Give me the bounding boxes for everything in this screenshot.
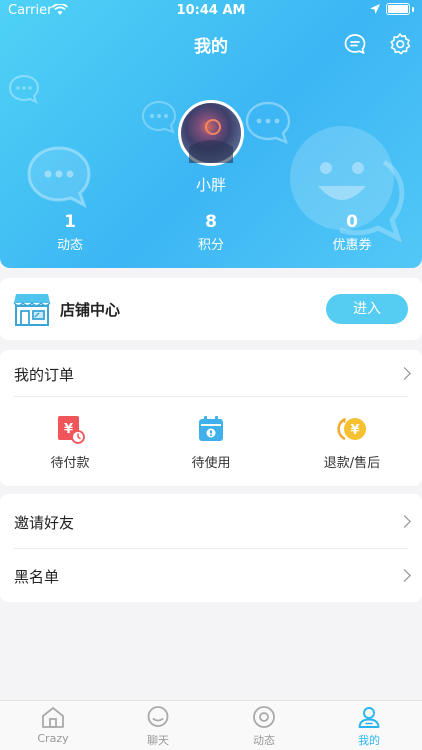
svg-text:¥: ¥	[350, 423, 359, 438]
tab-chat[interactable]: 聊天	[105, 705, 211, 748]
tab-crazy[interactable]: Crazy	[0, 705, 106, 745]
invite-friends-row[interactable]: 邀请好友	[0, 494, 422, 548]
message-icon[interactable]	[343, 32, 367, 56]
calendar-icon	[199, 416, 223, 441]
chevron-right-icon	[398, 367, 411, 380]
status-bar: Carrier 10:44 AM	[0, 0, 422, 22]
blacklist-row[interactable]: 黑名单	[0, 549, 422, 602]
order-label: 待使用	[191, 456, 231, 471]
stat-value: 1	[64, 212, 76, 232]
storefront-icon	[13, 294, 51, 326]
links-card: 邀请好友 黑名单	[0, 494, 422, 602]
settings-icon[interactable]	[388, 32, 412, 56]
tab-moments[interactable]: 动态	[211, 705, 317, 748]
tab-label: 动态	[253, 734, 275, 747]
moments-icon	[253, 706, 275, 728]
order-pending-payment[interactable]: ¥ 待付款	[10, 414, 130, 471]
stat-label: 优惠券	[332, 238, 372, 253]
tab-label: 聊天	[147, 734, 169, 747]
stat-value: 0	[346, 212, 358, 232]
invite-friends-label: 邀请好友	[14, 514, 75, 532]
tab-label: 我的	[358, 734, 380, 747]
profile-header: Carrier 10:44 AM 我的 小胖 1 动态 8 积分 0 优惠券	[0, 0, 422, 268]
location-arrow-icon	[370, 4, 380, 14]
pending-payment-icon: ¥	[58, 416, 85, 444]
order-label: 退款/售后	[323, 456, 381, 471]
chevron-right-icon	[398, 515, 411, 528]
shop-center-title: 店铺中心	[60, 301, 121, 319]
divider	[14, 396, 408, 397]
my-orders-title: 我的订单	[14, 366, 75, 384]
chat-icon	[147, 706, 169, 727]
home-icon	[42, 707, 64, 728]
stat-coupons[interactable]: 0 优惠券	[282, 212, 422, 253]
order-to-use[interactable]: 待使用	[151, 414, 271, 471]
tab-mine[interactable]: 我的	[316, 705, 422, 748]
my-orders-row[interactable]: 我的订单	[0, 350, 422, 396]
username: 小胖	[195, 176, 226, 194]
avatar-moon-icon	[189, 119, 233, 163]
stat-label: 动态	[56, 238, 83, 253]
enter-shop-button[interactable]: 进入	[326, 294, 408, 324]
profile-icon	[358, 707, 380, 728]
tab-label: Crazy	[37, 732, 69, 745]
order-refund[interactable]: ¥ 退款/售后	[292, 414, 412, 471]
shop-center-card: 店铺中心 进入	[0, 278, 422, 340]
my-orders-card: 我的订单 ¥ 待付款 待使用 ¥ 退款/售后	[0, 350, 422, 486]
tab-bar: Crazy 聊天 动态 我的	[0, 700, 422, 750]
status-time: 10:44 AM	[176, 3, 246, 18]
battery-icon	[386, 3, 410, 15]
stat-points[interactable]: 8 积分	[141, 212, 281, 253]
order-label: 待付款	[50, 456, 90, 471]
stat-label: 积分	[197, 238, 224, 253]
decor-bubble-icon	[141, 100, 177, 134]
avatar[interactable]	[178, 100, 244, 166]
blacklist-label: 黑名单	[14, 568, 60, 586]
chevron-right-icon	[398, 569, 411, 582]
refund-icon: ¥	[337, 417, 366, 441]
stat-value: 8	[205, 212, 217, 232]
decor-bubble-icon	[8, 74, 40, 104]
stat-moments[interactable]: 1 动态	[0, 212, 140, 253]
